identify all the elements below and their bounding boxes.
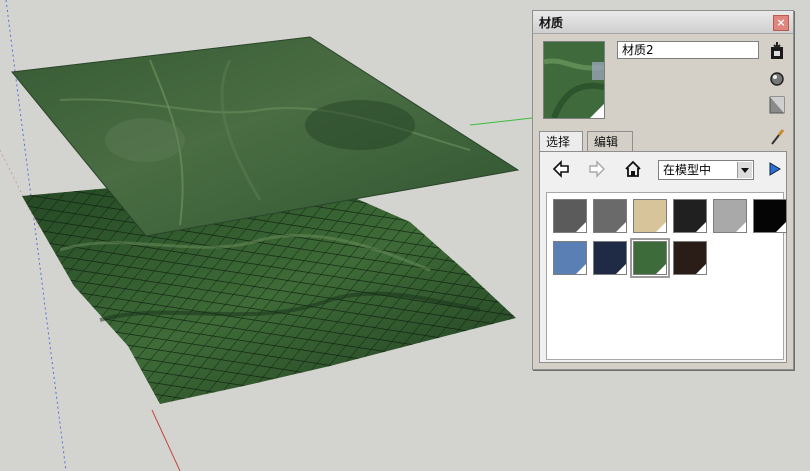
create-material-icon	[771, 42, 783, 59]
material-swatch[interactable]	[553, 241, 587, 275]
material-swatch[interactable]	[673, 241, 707, 275]
default-material-button[interactable]	[769, 95, 785, 115]
material-swatch[interactable]	[713, 199, 747, 233]
materials-panel: 材质 × 材质2 选择 编辑 在模型中	[532, 10, 794, 370]
material-swatch[interactable]	[553, 199, 587, 233]
tab-edit[interactable]: 编辑	[587, 131, 633, 151]
panel-title: 材质	[539, 16, 564, 30]
collection-value: 在模型中	[663, 163, 712, 177]
eyedropper-icon	[771, 129, 785, 145]
tab-select[interactable]: 选择	[539, 131, 583, 152]
material-swatch[interactable]	[633, 199, 667, 233]
red-axis	[0, 149, 41, 231]
material-thumbnail	[544, 42, 604, 118]
material-swatch[interactable]	[593, 241, 627, 275]
material-preview[interactable]	[543, 41, 605, 119]
sample-paint-icon	[770, 72, 784, 86]
back-arrow-icon[interactable]	[552, 160, 570, 178]
details-arrow-icon[interactable]	[766, 160, 784, 178]
material-swatch[interactable]	[630, 238, 670, 278]
create-material-button[interactable]	[769, 41, 785, 61]
material-swatch[interactable]	[673, 199, 707, 233]
forward-arrow-icon[interactable]	[588, 160, 606, 178]
panel-titlebar[interactable]: 材质 ×	[533, 11, 793, 34]
material-name-field[interactable]: 材质2	[617, 41, 759, 59]
default-material-icon	[769, 96, 785, 114]
red-axis-solid	[151, 409, 181, 471]
select-tab-content: 在模型中	[539, 151, 787, 363]
material-swatch-grid	[546, 192, 787, 360]
sample-paint-button[interactable]	[769, 69, 785, 89]
close-button[interactable]: ×	[773, 15, 789, 31]
home-icon[interactable]	[624, 160, 642, 178]
chevron-down-icon[interactable]	[737, 162, 752, 178]
eyedropper-button[interactable]	[769, 127, 785, 147]
material-swatch[interactable]	[753, 199, 787, 233]
navigation-row: 在模型中	[544, 158, 784, 182]
terrain-mesh[interactable]	[22, 188, 516, 404]
material-swatch[interactable]	[593, 199, 627, 233]
green-axis	[469, 117, 533, 126]
collection-dropdown[interactable]: 在模型中	[658, 160, 754, 180]
